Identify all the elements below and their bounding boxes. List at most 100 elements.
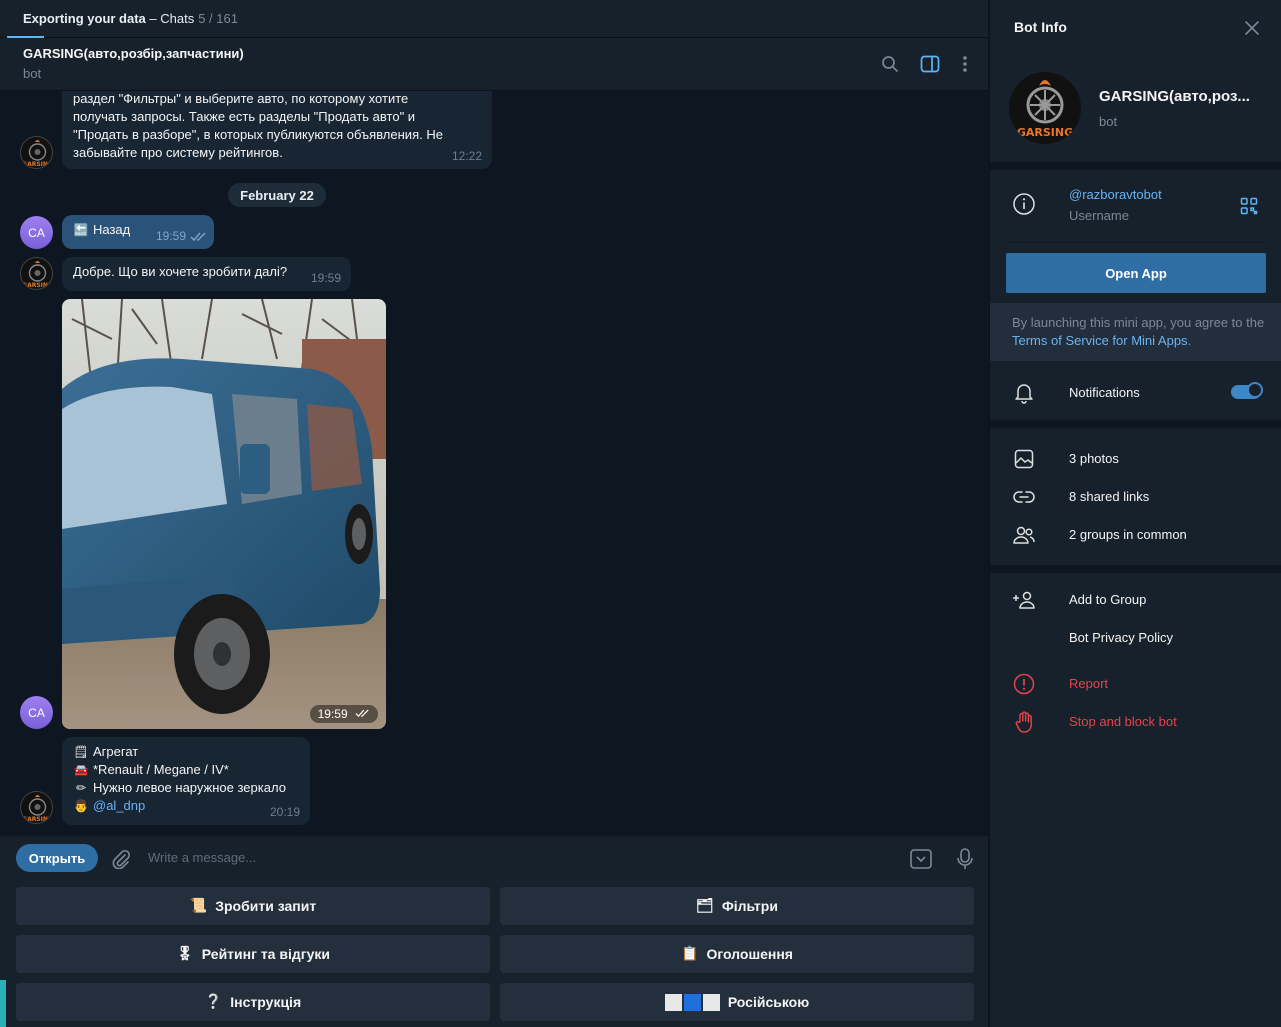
notepad-emoji-icon: 🗒: [73, 745, 89, 759]
double-check-icon: [190, 232, 206, 242]
person-emoji-icon: 👨: [73, 799, 89, 813]
medal-emoji-icon: 🎖: [176, 946, 194, 962]
filter-emoji-icon: 🗂: [696, 898, 714, 914]
photo-time: 19:59: [309, 705, 378, 723]
bot-keyboard: 📜 Зробити запит 🗂 Фільтри 🎖 Рейтинг та відг…: [0, 880, 988, 1027]
report-icon: [1012, 672, 1036, 696]
svg-text:GARSING: GARSING: [22, 816, 53, 823]
hand-stop-icon: [1012, 710, 1036, 734]
more-menu-icon[interactable]: [952, 51, 978, 77]
links-count: 8 shared links: [1069, 489, 1150, 504]
chat-header[interactable]: GARSING(авто,розбір,запчастини) bot: [0, 38, 988, 91]
sidebar-toggle-icon[interactable]: [917, 51, 943, 77]
message-photo[interactable]: 19:59: [62, 299, 386, 729]
add-user-icon: [1012, 588, 1036, 612]
group-icon: [1012, 523, 1036, 547]
photos-count: 3 photos: [1069, 451, 1119, 466]
message-text: Назад: [93, 222, 131, 237]
message-outgoing[interactable]: 🔙 Назад 19:59: [62, 215, 214, 249]
bot-keyboard-icon[interactable]: [908, 846, 934, 872]
mention-link[interactable]: @al_dnp: [93, 798, 145, 813]
stop-block-row[interactable]: Stop and block bot: [990, 704, 1281, 740]
shared-photos-row[interactable]: 3 photos: [990, 441, 1281, 477]
stop-block-label: Stop and block bot: [1069, 714, 1177, 729]
shared-links-row[interactable]: 8 shared links: [990, 479, 1281, 515]
add-to-group-label: Add to Group: [1069, 592, 1147, 607]
message-bot[interactable]: Добре. Що ви хочете зробити далі? 19:59: [62, 257, 351, 291]
keyboard-button-request[interactable]: 📜 Зробити запит: [16, 887, 490, 925]
notifications-toggle[interactable]: [1231, 382, 1263, 399]
export-status-text: Exporting your data – Chats 5 / 161: [23, 11, 238, 26]
keyboard-button-russian[interactable]: Російською: [500, 983, 974, 1021]
export-status-bar[interactable]: Exporting your data – Chats 5 / 161: [0, 0, 988, 38]
keyboard-button-instructions[interactable]: ❔ Інструкція: [16, 983, 490, 1021]
export-count: 5 / 161: [198, 11, 238, 26]
message-list[interactable]: раздел "Фильтры" и выберите авто, по кот…: [0, 91, 988, 835]
groups-in-common-row[interactable]: 2 groups in common: [990, 517, 1281, 553]
terms-link[interactable]: Terms of Service for Mini Apps: [1012, 333, 1188, 348]
logo-text: GARSING: [1017, 126, 1073, 139]
microphone-icon[interactable]: [952, 846, 978, 872]
info-icon: [1012, 192, 1036, 219]
bot-avatar[interactable]: GARSING: [20, 136, 53, 169]
qr-code-icon[interactable]: [1240, 197, 1258, 218]
report-row[interactable]: Report: [990, 666, 1281, 702]
bot-info-panel: Bot Info GARSING GARSING(авто,роз... bot…: [989, 0, 1281, 1027]
message-input[interactable]: Write a message...: [148, 850, 256, 865]
privacy-policy-row[interactable]: Bot Privacy Policy: [990, 620, 1281, 656]
bot-avatar[interactable]: GARSING: [20, 257, 53, 290]
message-time: 20:19: [269, 805, 300, 819]
svg-text:GARSING: GARSING: [22, 282, 53, 289]
chat-title[interactable]: GARSING(авто,розбір,запчастини): [23, 46, 244, 61]
message-text-line: забывайте про систему рейтингов.: [73, 145, 283, 160]
message-text-line: Агрегат: [93, 744, 139, 759]
message-bot[interactable]: 🗒 Агрегат 🚘 *Renault / Megane / IV* ✏ Нужно…: [62, 737, 310, 825]
keyboard-button-ads[interactable]: 📋 Оголошення: [500, 935, 974, 973]
flag-emoji-icon: [664, 993, 720, 1011]
open-app-panel-button[interactable]: Open App: [1006, 253, 1266, 293]
date-separator: February 22: [228, 183, 326, 207]
bot-avatar[interactable]: GARSING: [20, 791, 53, 824]
report-label: Report: [1069, 676, 1109, 691]
bot-username[interactable]: @razboravtobot: [1069, 187, 1162, 202]
user-avatar[interactable]: CA: [20, 216, 53, 249]
mini-app-terms: By launching this mini app, you agree to…: [990, 303, 1281, 361]
notifications-label: Notifications: [1069, 385, 1140, 400]
groups-count: 2 groups in common: [1069, 527, 1187, 542]
logo-text: GARSING: [22, 161, 53, 168]
bell-icon: [1012, 381, 1036, 405]
search-icon[interactable]: [877, 51, 903, 77]
keyboard-button-rating[interactable]: 🎖 Рейтинг та відгуки: [16, 935, 490, 973]
question-emoji-icon: ❔: [204, 994, 223, 1010]
divider: [990, 162, 1281, 170]
bot-profile-avatar[interactable]: GARSING: [1009, 72, 1081, 144]
message-time: 12:22: [451, 149, 482, 163]
close-icon[interactable]: [1242, 18, 1262, 38]
keyboard-button-filters[interactable]: 🗂 Фільтри: [500, 887, 974, 925]
username-label: Username: [1069, 208, 1129, 223]
add-to-group-row[interactable]: Add to Group: [990, 582, 1281, 618]
back-arrow-emoji-icon: 🔙: [73, 223, 89, 237]
message-text-line: *Renault / Megane / IV*: [93, 762, 229, 777]
bot-profile-name: GARSING(авто,роз...: [1099, 88, 1250, 105]
photo-icon: [1012, 447, 1036, 471]
link-icon: [1012, 485, 1036, 509]
panel-title: Bot Info: [1014, 19, 1067, 35]
message-time: 19:59: [155, 229, 186, 243]
car-emoji-icon: 🚘: [73, 763, 89, 777]
pencil-emoji-icon: ✏: [75, 781, 87, 795]
attach-icon[interactable]: [108, 846, 134, 872]
user-avatar[interactable]: CA: [20, 696, 53, 729]
scroll-emoji-icon: 📜: [189, 898, 208, 914]
message-composer: Открыть Write a message...: [0, 836, 988, 880]
open-app-button[interactable]: Открыть: [16, 844, 98, 872]
divider: [1006, 242, 1266, 243]
divider: [990, 420, 1281, 428]
message-bot[interactable]: раздел "Фильтры" и выберите авто, по кот…: [62, 91, 492, 169]
message-time: 19:59: [310, 271, 341, 285]
clipboard-emoji-icon: 📋: [681, 946, 699, 962]
divider: [990, 565, 1281, 573]
van-photo-image: [62, 299, 386, 729]
message-text-line: раздел "Фильтры" и выберите авто, по кот…: [73, 91, 409, 106]
message-text-line: получать запросы. Также есть разделы "Пр…: [73, 109, 416, 124]
